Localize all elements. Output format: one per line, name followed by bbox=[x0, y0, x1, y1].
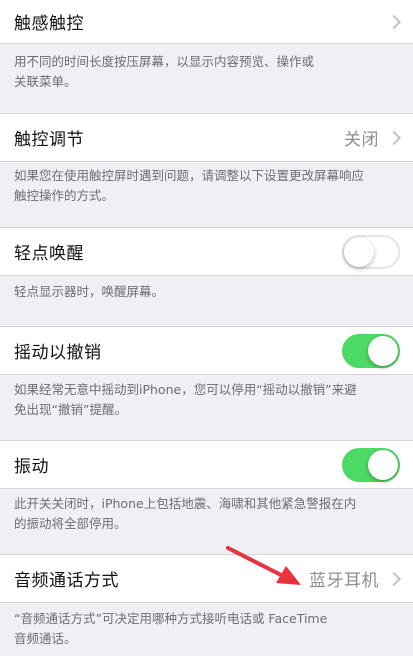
chevron-right-icon bbox=[386, 571, 402, 586]
row-tap-to-wake-note: 轻点显示器时，唤醒屏幕。 bbox=[14, 284, 165, 299]
row-call-audio-routing-value: 蓝牙耳机 bbox=[309, 571, 379, 591]
shake-to-undo-toggle[interactable] bbox=[342, 333, 400, 368]
row-touch-accommodations-note: 如果您在使用触控屏时遇到问题，请调整以下设置更改屏幕响应 触控操作的方式。 bbox=[14, 168, 365, 203]
chevron-right-icon bbox=[386, 14, 402, 29]
row-touch-accommodations[interactable]: 触控调节 关闭 bbox=[0, 113, 413, 162]
row-vibration-label: 振动 bbox=[14, 457, 49, 477]
accessibility-touch-settings-screen: 触感触控 用不同的时间长度按压屏幕，以显示内容预览、操作或 关联菜单。 触控调节… bbox=[0, 0, 413, 656]
vibration-toggle[interactable] bbox=[342, 447, 400, 482]
row-call-audio-routing[interactable]: 音频通话方式 蓝牙耳机 bbox=[0, 554, 413, 603]
row-3d-touch-note: 用不同的时间长度按压屏幕，以显示内容预览、操作或 关联菜单。 bbox=[14, 54, 315, 89]
row-shake-to-undo-label: 摇动以撤销 bbox=[14, 343, 102, 363]
toggle-knob bbox=[368, 335, 398, 366]
row-call-audio-routing-note: “音频通话方式”可决定用哪种方式接听电话或 FaceTime 音频通话。 bbox=[14, 611, 328, 646]
row-touch-accommodations-value: 关闭 bbox=[344, 130, 379, 150]
row-tap-to-wake: 轻点唤醒 bbox=[0, 227, 413, 276]
row-shake-to-undo: 摇动以撤销 bbox=[0, 326, 413, 375]
row-shake-to-undo-note: 如果经常无意中摇动到iPhone，您可以停用“摇动以撤销”来避 免出现“撤销”提… bbox=[14, 382, 357, 417]
toggle-knob bbox=[368, 449, 398, 480]
row-call-audio-routing-label: 音频通话方式 bbox=[14, 571, 119, 591]
chevron-right-icon bbox=[386, 130, 402, 145]
row-touch-accommodations-label: 触控调节 bbox=[14, 130, 84, 150]
toggle-knob bbox=[344, 236, 374, 267]
row-3d-touch-label: 触感触控 bbox=[14, 14, 84, 34]
tap-to-wake-toggle[interactable] bbox=[342, 234, 400, 269]
row-tap-to-wake-label: 轻点唤醒 bbox=[14, 244, 84, 264]
row-vibration-note: 此开关关闭时，iPhone上包括地震、海啸和其他紧急警报在内 的振动将全部停用。 bbox=[14, 496, 357, 531]
row-3d-touch[interactable]: 触感触控 bbox=[0, 0, 413, 44]
row-vibration: 振动 bbox=[0, 440, 413, 489]
